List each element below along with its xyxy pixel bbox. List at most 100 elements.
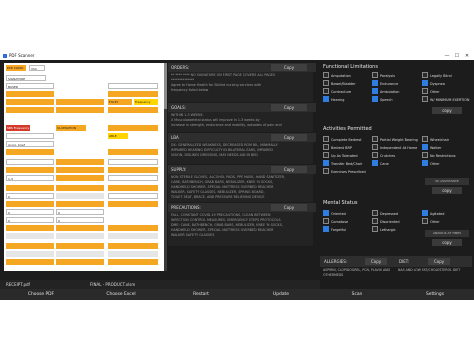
form-field[interactable]: Frequency [134,99,158,105]
form-field[interactable] [108,193,158,199]
form-field[interactable] [56,193,104,199]
form-field[interactable] [6,133,54,139]
checkbox-wheelchair[interactable]: Wheelchair [422,136,449,143]
checkbox-forgetful[interactable]: Forgetful [323,226,346,233]
form-field[interactable] [6,201,54,207]
checkbox-icon[interactable] [372,96,378,102]
form-field[interactable] [6,107,54,113]
checkbox-disoriented[interactable]: Disoriented [372,218,400,225]
form-field[interactable] [108,175,158,181]
diet-copy-button[interactable]: Copy [428,258,451,265]
form-field[interactable] [56,251,104,257]
checkbox-bedrest-brp[interactable]: Bedrest BRP [323,144,352,151]
section-copy-button[interactable]: Copy [271,134,307,141]
checkbox-crutches[interactable]: Crutches [372,152,395,159]
checkbox-icon[interactable] [323,88,329,94]
checkbox-icon[interactable] [422,218,428,224]
form-field[interactable]: 0 [56,209,104,215]
form-field[interactable]: ABLE [108,133,128,139]
checkbox-icon[interactable] [323,152,329,158]
form-field[interactable] [6,149,54,155]
update-button[interactable]: Update [242,289,320,300]
mental-other-field[interactable]: ANXIOUS AT TIMES [425,230,469,237]
checkbox-complete-bedrest[interactable]: Complete Bedrest [323,136,361,143]
checkbox-ambulation[interactable]: Ambulation [372,88,399,95]
checkbox-legally-blind[interactable]: Legally Blind [422,72,452,79]
checkbox-icon[interactable] [422,210,428,216]
section-text[interactable]: WITHIN 1-3 WEEKS: X Musculoskeletal stat… [168,112,313,132]
choose-excel-button[interactable]: Choose Excel [82,289,160,300]
checkbox-icon[interactable] [323,210,329,216]
checkbox-oriented[interactable]: Oriented [323,210,346,217]
form-field[interactable] [56,107,104,113]
form-field[interactable] [108,159,158,165]
form-field[interactable]: SBS Frequency [6,125,30,131]
checkbox-icon[interactable] [422,136,428,142]
checkbox-amputation[interactable]: Amputation [323,72,351,79]
checkbox-other[interactable]: Other [422,218,440,225]
checkbox-icon[interactable] [323,218,329,224]
form-field[interactable]: VSC [29,65,45,71]
checkbox-partial-weight-bearing[interactable]: Partial Weight Bearing [372,136,418,143]
checkbox-bowel-bladder[interactable]: Bowel/Bladder [323,80,355,87]
activities-other-field[interactable]: W/ ASSISTANCE [425,178,469,185]
maximize-button[interactable]: ☐ [452,52,462,60]
form-field[interactable] [56,185,104,191]
form-field[interactable] [108,107,158,113]
checkbox-agitated[interactable]: Agitated [422,210,444,217]
checkbox-contracture[interactable]: Contracture [323,88,351,95]
checkbox-no-restrictions[interactable]: No Restrictions [422,152,456,159]
form-field[interactable] [6,251,54,257]
checkbox-icon[interactable] [422,88,428,94]
checkbox-icon[interactable] [372,88,378,94]
form-field[interactable] [6,99,54,105]
form-field[interactable] [56,99,104,105]
checkbox-depressed[interactable]: Depressed [372,210,398,217]
form-field[interactable] [108,185,158,191]
form-field[interactable] [6,159,54,165]
checkbox-exercises-prescribed[interactable]: Exercises Prescribed [323,168,366,175]
form-field[interactable] [6,185,54,191]
section-copy-button[interactable]: Copy [271,64,307,71]
form-field[interactable] [6,233,54,239]
form-field[interactable]: SIGNATURE [6,75,46,81]
checkbox-icon[interactable] [422,96,428,102]
checkbox-icon[interactable] [372,226,378,232]
form-field[interactable]: 0 [6,217,54,223]
checkbox-icon[interactable] [323,226,329,232]
section-text[interactable]: DX: GENERALIZED WEAKNESS, DECREASED ROM … [168,142,313,164]
form-field[interactable] [108,225,158,231]
form-field[interactable] [108,149,158,155]
checkbox-other[interactable]: Other [422,88,440,95]
checkbox-w-minimum-exertion[interactable]: W/ MINIMUM EXERTION [422,96,469,103]
form-field[interactable] [6,243,54,249]
form-field[interactable]: Accul, brief [6,141,54,147]
form-field[interactable] [6,259,54,265]
section-text[interactable]: ** **** **** NO SIGNATURE ON FIRST PAGE … [168,72,313,102]
activities-copy-button[interactable]: copy [432,187,462,194]
checkbox-transfer-bed-chair[interactable]: Transfer Bed/Chair [323,160,362,167]
form-field[interactable]: BASED [6,83,54,89]
checkbox-icon[interactable] [372,144,378,150]
allergies-copy-button[interactable]: Copy [365,258,388,265]
checkbox-walker[interactable]: Walker [422,144,441,151]
checkbox-icon[interactable] [372,152,378,158]
minimize-button[interactable]: — [442,52,452,60]
checkbox-icon[interactable] [422,72,428,78]
form-field[interactable]: 0 [6,209,54,215]
form-field[interactable] [56,243,104,249]
form-field[interactable] [6,225,54,231]
checkbox-icon[interactable] [372,218,378,224]
restart-button[interactable]: Restart [162,289,240,300]
scan-button[interactable]: Scan [318,289,396,300]
form-field[interactable] [108,83,158,89]
form-field[interactable] [56,175,104,181]
form-field[interactable] [108,167,158,173]
allergies-text[interactable]: ASPIRIN, CLOPIDOGREL, PCN, PLAVIX AND OT… [323,268,393,278]
form-field[interactable]: 0 [56,217,104,223]
form-field[interactable] [56,233,104,239]
form-field[interactable] [108,243,158,249]
form-field[interactable] [108,91,158,97]
choose-pdf-button[interactable]: Choose PDF [2,289,80,300]
form-field[interactable] [108,125,158,131]
